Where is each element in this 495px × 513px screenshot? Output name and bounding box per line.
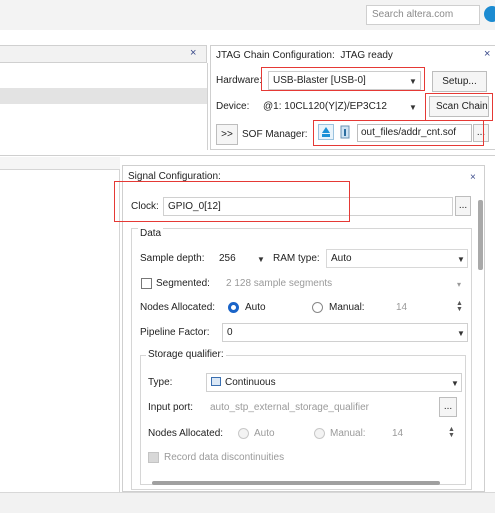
segmented-checkbox[interactable] [141,278,152,289]
record-label: Record data discontinuities [164,452,285,463]
sof-toggle-button[interactable]: >> [216,124,238,145]
chevron-down-icon: ▼ [457,329,465,338]
close-icon[interactable]: × [484,48,490,60]
storage-qualifier-title: Storage qualifier: [146,349,226,360]
highlight-box [425,93,493,121]
sq-auto-radio[interactable] [238,428,249,439]
highlight-box [114,181,350,222]
divider [0,155,495,156]
auto-radio[interactable] [228,302,239,313]
ram-type-label: RAM type: [273,253,320,264]
chevron-down-icon: ▾ [457,280,462,289]
manual-label: Manual: [329,302,365,313]
hardware-label: Hardware: [216,75,263,86]
jtag-status: JTAG ready [340,50,393,61]
sq-auto-label: Auto [254,428,275,439]
vertical-scrollbar[interactable] [478,200,483,270]
nodes-allocated-label: Nodes Allocated: [140,302,216,313]
manual-value: 14 [396,302,408,313]
data-group-title: Data [138,228,164,239]
chevron-down-icon: ▼ [457,255,465,264]
device-select[interactable]: @1: 10CL120(Y|Z)/EP3C12 ▼ [258,97,421,116]
globe-icon[interactable] [484,6,495,22]
highlight-box [313,120,484,146]
left-panel-header [0,45,207,63]
close-icon[interactable]: × [190,47,196,59]
highlight-box [261,67,425,91]
pipeline-factor-label: Pipeline Factor: [140,327,210,338]
sample-depth-label: Sample depth: [140,253,205,264]
input-port-input[interactable]: auto_stp_external_storage_qualifier [205,398,435,417]
spinner-icon[interactable]: ▲ ▼ [448,426,455,439]
manual-radio[interactable] [312,302,323,313]
pipeline-factor-value: 0 [227,327,233,338]
sample-depth-value: 256 [219,253,236,264]
left-lower-panel [0,157,120,492]
close-icon[interactable]: × [470,172,476,183]
continuous-icon [211,377,221,386]
sq-manual-label: Manual: [330,428,366,439]
chevron-down-icon: ▼ [409,103,417,112]
auto-label: Auto [245,302,266,313]
record-checkbox[interactable] [148,452,159,463]
divider [207,63,208,150]
sof-manager-label: SOF Manager: [242,129,308,140]
chevron-down-icon: ▼ [451,379,459,388]
spinner-icon[interactable]: ▲ ▼ [456,300,463,313]
left-lower-header [0,157,120,170]
input-port-label: Input port: [148,402,194,413]
sq-manual-radio[interactable] [314,428,325,439]
type-select[interactable]: Continuous ▼ [206,373,462,392]
clock-browse-button[interactable]: ... [455,196,471,216]
sample-depth-select[interactable]: 256 ▼ [214,249,268,268]
pipeline-factor-select[interactable]: 0 ▼ [222,323,468,342]
segmented-value: 2 128 sample segments [226,278,333,289]
selected-row[interactable] [0,88,207,104]
ram-type-select[interactable]: Auto ▼ [326,249,468,268]
search-input[interactable]: Search altera.com [366,5,480,25]
status-bar [0,492,495,513]
sq-manual-value: 14 [392,428,404,439]
chevron-down-icon: ▼ [257,255,265,264]
segmented-label: Segmented: [156,278,210,289]
ram-type-value: Auto [331,253,352,264]
jtag-title-text: JTAG Chain Configuration: [216,50,335,61]
device-value: @1: 10CL120(Y|Z)/EP3C12 [263,101,387,112]
type-label: Type: [148,377,173,388]
jtag-panel-title: JTAG Chain Configuration: JTAG ready [216,50,393,61]
sq-nodes-allocated-label: Nodes Allocated: [148,428,224,439]
horizontal-scrollbar[interactable] [152,481,440,485]
type-value: Continuous [225,377,276,388]
input-port-browse-button[interactable]: ... [439,397,457,417]
setup-button[interactable]: Setup... [432,71,487,92]
device-label: Device: [216,101,250,112]
